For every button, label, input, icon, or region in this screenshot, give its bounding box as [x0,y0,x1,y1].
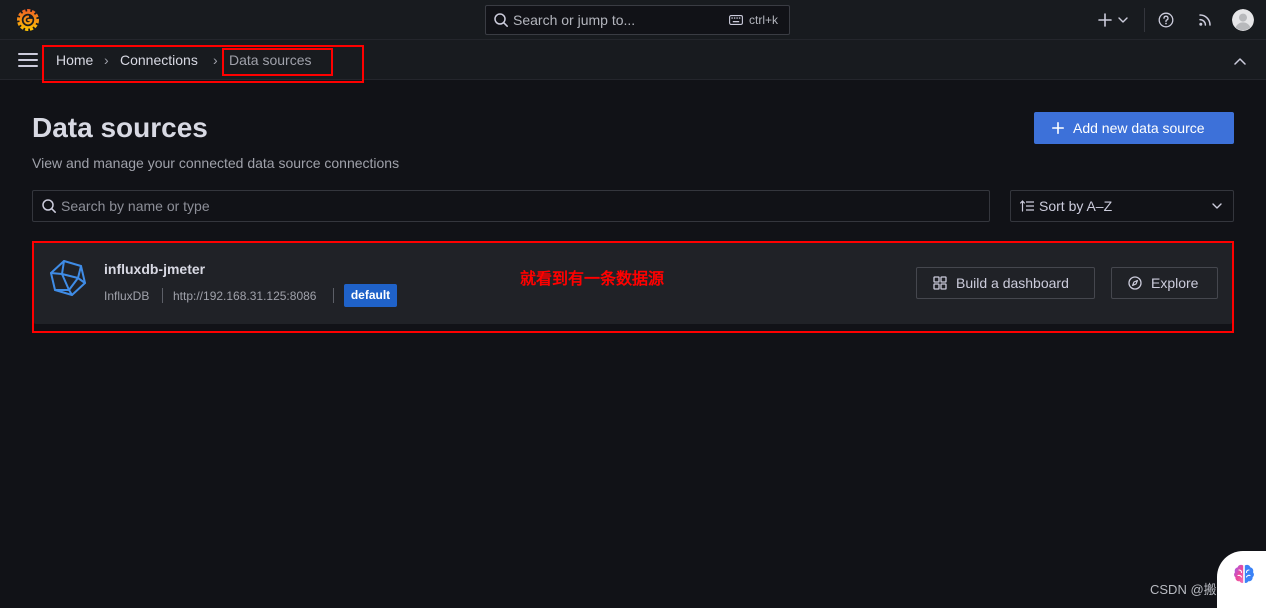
breadcrumb-separator: › [104,52,109,68]
sort-select[interactable]: Sort by A–Z [1010,190,1234,222]
explore-label: Explore [1151,275,1199,291]
explore-button[interactable]: Explore [1111,267,1218,299]
datasource-name-link[interactable]: influxdb-jmeter [104,261,205,277]
datasource-search-input[interactable] [32,190,990,222]
brain-icon [1232,562,1256,586]
global-search-button[interactable]: Search or jump to... ctrl+k [485,5,790,35]
news-button[interactable] [1199,14,1211,26]
new-menu-button[interactable] [1096,10,1132,30]
add-new-data-source-label: Add new data source [1073,120,1205,136]
hamburger-icon [18,53,38,67]
annotation-note: 就看到有一条数据源 [520,271,665,288]
influxdb-logo-icon [48,258,88,298]
search-icon [41,198,57,214]
datasource-type: InfluxDB [104,289,150,303]
breadcrumb-connections[interactable]: Connections [120,52,198,68]
home-logo-button[interactable] [16,8,40,32]
profile-button[interactable] [1232,9,1254,31]
chevron-up-icon [1234,58,1246,65]
help-circle-icon [1158,12,1174,28]
menu-toggle-button[interactable] [18,53,38,67]
avatar-icon [1232,9,1254,31]
floating-assistant-button[interactable] [1217,551,1266,608]
shortcut-hint: ctrl+k [749,13,779,27]
default-badge: default [344,284,397,307]
add-new-data-source-button[interactable]: Add new data source [1034,112,1234,144]
grafana-logo-icon [16,8,40,32]
meta-divider [333,288,334,303]
search-icon [493,12,509,28]
breadcrumb-bar: Home › Connections › Data sources [0,40,1266,80]
chevron-down-icon [1118,17,1128,23]
grid-icon [933,276,947,290]
global-search-placeholder: Search or jump to... [513,12,636,28]
meta-divider [162,288,163,303]
compass-icon [1128,276,1142,290]
toolbar-divider [1144,8,1145,32]
datasource-url: http://192.168.31.125:8086 [173,289,317,303]
keyboard-icon [729,15,743,25]
page-subtitle: View and manage your connected data sour… [32,155,400,171]
plus-icon [1052,122,1064,134]
chevron-down-icon [1212,203,1222,209]
breadcrumb-separator: › [213,52,218,68]
breadcrumb-data-sources: Data sources [229,52,312,68]
collapse-header-button[interactable] [1234,57,1246,65]
help-button[interactable] [1158,12,1174,28]
top-navbar: Search or jump to... ctrl+k [0,0,1266,40]
datasource-search [32,190,990,222]
breadcrumb-home[interactable]: Home [56,52,93,68]
build-dashboard-button[interactable]: Build a dashboard [916,267,1095,299]
build-dashboard-label: Build a dashboard [956,275,1069,291]
page-title: Data sources [32,112,208,143]
rss-icon [1199,14,1211,26]
plus-icon [1098,13,1112,27]
sort-selected-value: Sort by A–Z [1039,198,1113,214]
sort-icon [1020,200,1034,212]
